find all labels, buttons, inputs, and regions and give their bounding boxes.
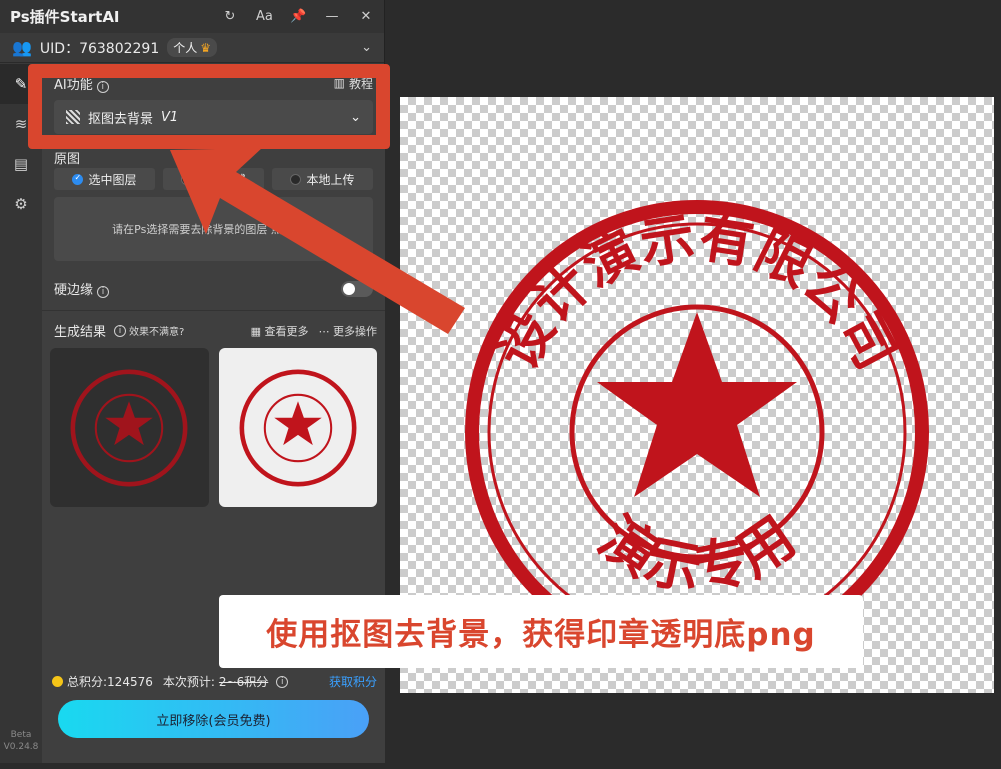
chevron-down-icon[interactable]: ⌄ [361, 40, 372, 55]
get-points-link[interactable]: 获取积分 [329, 673, 377, 690]
hard-edge-label: 硬边缘 [54, 283, 94, 298]
version-label: Beta V0.24.8 [3, 730, 39, 752]
remove-now-button[interactable]: 立即移除(会员免费) [58, 700, 369, 738]
hard-edge-toggle[interactable] [341, 280, 373, 297]
title-bar: Ps插件StartAI ↻ Aa 📌 — ✕ [0, 0, 384, 33]
user-icon: 👥 [12, 38, 32, 57]
stamp-thumbnail-icon [70, 369, 188, 486]
estimate-label: 本次预计: [162, 675, 215, 689]
info-icon: i [114, 324, 127, 337]
view-more-link[interactable]: ▦ 查看更多 [251, 323, 309, 339]
results-label: 生成结果 [54, 325, 107, 340]
results-header: 生成结果 i 效果不满意? ▦ 查看更多 ⋯ 更多操作 [42, 321, 385, 340]
estimate-value: 2~6积分 [218, 675, 269, 689]
radio-checked-icon [72, 173, 84, 185]
feedback-link[interactable]: i 效果不满意? [110, 323, 184, 338]
sidebar: ✎ ≋ ▤ ⚙ Beta V0.24.8 [0, 64, 42, 763]
result-thumbnails [42, 348, 385, 507]
ellipsis-icon: ⋯ [318, 324, 330, 338]
font-icon[interactable]: Aa [256, 9, 273, 24]
plan-badge: 个人 ♛ [167, 38, 218, 57]
hard-edge-row: 硬边缘 i [42, 279, 385, 298]
result-thumbnail-original[interactable] [218, 348, 377, 507]
uid-label: UID：763802291 [39, 40, 160, 57]
stamp-thumbnail-icon [239, 369, 357, 486]
caption-callout: 使用抠图去背景，获得印章透明底png [219, 595, 863, 668]
source-hint-box[interactable]: 请在Ps选择需要去除背景的图层 点击执行 [54, 197, 373, 261]
gear-icon[interactable]: ⚙ [0, 184, 42, 224]
gallery-icon: ▦ [250, 324, 261, 338]
result-thumbnail-transparent[interactable] [50, 348, 209, 507]
coin-icon [52, 676, 63, 687]
refresh-icon[interactable]: ↻ [222, 9, 238, 24]
document-icon[interactable]: ▤ [0, 144, 42, 184]
pin-icon[interactable]: 📌 [290, 9, 306, 24]
points-row: 总积分:124576 本次预计: 2~6积分 i 获取积分 [42, 673, 385, 690]
app-title: Ps插件StartAI [10, 8, 120, 26]
tab-canvas-area[interactable]: 画布区域 [163, 168, 264, 190]
tab-selected-layer[interactable]: 选中图层 [54, 168, 155, 190]
source-label: 原图 [54, 152, 81, 167]
radio-icon [181, 173, 193, 185]
divider [42, 310, 385, 311]
tab-local-upload[interactable]: 本地上传 [272, 168, 373, 190]
total-points: 总积分:124576 [67, 675, 153, 689]
user-bar[interactable]: 👥 UID：763802291 个人 ♛ ⌄ [0, 33, 384, 63]
footer: 总积分:124576 本次预计: 2~6积分 i 获取积分 立即移除(会员免费) [42, 673, 385, 763]
highlight-box [28, 64, 390, 149]
caption-text: 使用抠图去背景，获得印章透明底png [266, 617, 816, 653]
info-icon[interactable]: i [276, 675, 289, 688]
source-tabs: 选中图层 画布区域 本地上传 [42, 168, 385, 190]
minimize-icon[interactable]: — [324, 9, 340, 24]
stamp-bottom-text: 演示专用 [587, 504, 807, 604]
more-actions-link[interactable]: ⋯ 更多操作 [319, 323, 378, 339]
crown-icon: ♛ [200, 40, 212, 55]
close-icon[interactable]: ✕ [358, 9, 374, 24]
source-hint: 请在Ps选择需要去除背景的图层 点击执行 [112, 223, 315, 236]
info-icon[interactable]: i [97, 286, 110, 298]
radio-icon [290, 173, 302, 185]
plan-label: 个人 [173, 41, 198, 55]
